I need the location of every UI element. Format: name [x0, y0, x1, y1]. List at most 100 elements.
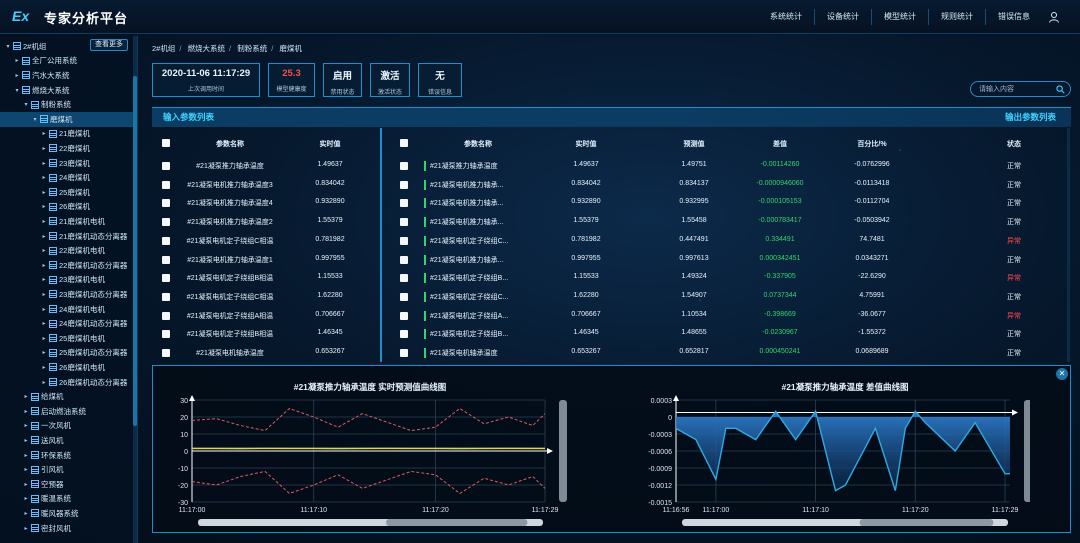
vertical-zoom-slider[interactable] — [559, 400, 567, 502]
expand-caret-icon[interactable]: ▸ — [22, 452, 30, 459]
tree-node[interactable]: ▸ 23磨煤机 — [40, 156, 89, 171]
tree-node[interactable]: ▸ 环保系统 — [22, 448, 71, 463]
select-all-output-checkbox[interactable] — [400, 139, 408, 147]
input-row-checkbox[interactable] — [162, 199, 170, 208]
output-param-name[interactable]: #21凝泵电机定子绕组C... — [430, 236, 526, 246]
sidebar-scrollbar[interactable] — [133, 36, 137, 543]
expand-caret-icon[interactable]: ▸ — [13, 72, 21, 79]
input-row-checkbox[interactable] — [162, 255, 170, 264]
tree-node[interactable]: ▸ 24磨煤机动态分离器 — [40, 316, 127, 331]
expand-caret-icon[interactable]: ▸ — [40, 233, 48, 240]
expand-caret-icon[interactable]: ▸ — [22, 466, 30, 473]
expand-caret-icon[interactable]: ▾ — [31, 116, 39, 123]
tree-node[interactable]: ▸ 26磨煤机电机 — [40, 360, 104, 375]
expand-caret-icon[interactable]: ▾ — [13, 87, 21, 94]
expand-caret-icon[interactable]: ▸ — [40, 320, 48, 327]
output-param-name[interactable]: #21凝泵电机推力轴承... — [430, 217, 526, 227]
tree-node[interactable]: ▸ 25磨煤机动态分离器 — [40, 346, 127, 361]
tree-node[interactable]: ▸ 22磨煤机电机 — [40, 243, 104, 258]
output-param-name[interactable]: #21凝泵电机推力轴承... — [430, 198, 526, 208]
expand-caret-icon[interactable]: ▸ — [40, 364, 48, 371]
input-row-checkbox[interactable] — [162, 311, 170, 320]
nav-rule-stats[interactable]: 规则统计 — [928, 9, 985, 25]
output-param-name[interactable]: #21凝泵推力轴承温度 — [430, 161, 526, 171]
tree-node[interactable]: ▸ 送风机 — [22, 433, 63, 448]
tree-node[interactable]: ▸ 22磨煤机 — [40, 141, 89, 156]
expand-caret-icon[interactable]: ▸ — [40, 306, 48, 313]
tree-node[interactable]: ▾ 燃烧大系统 — [13, 83, 69, 98]
search-input[interactable] — [979, 84, 1057, 95]
breadcrumb-item[interactable]: 燃烧大系统 — [188, 44, 226, 53]
view-more-button[interactable]: 查看更多 — [90, 39, 128, 51]
table-scrollbar[interactable] — [1067, 128, 1070, 362]
input-row-checkbox[interactable] — [162, 292, 170, 301]
tree-node[interactable]: ▸ 22磨煤机动态分离器 — [40, 258, 127, 273]
breadcrumb-item[interactable]: 2#机组 — [152, 44, 175, 53]
output-param-name[interactable]: #21凝泵电机定子绕组C... — [430, 292, 526, 302]
close-chart-button[interactable]: ✕ — [1056, 368, 1068, 380]
tree-node[interactable]: ▸ 24磨煤机 — [40, 170, 89, 185]
expand-caret-icon[interactable]: ▾ — [22, 101, 30, 108]
breadcrumb-item[interactable]: 制粉系统 — [237, 44, 267, 53]
expand-caret-icon[interactable]: ▸ — [40, 189, 48, 196]
output-row-checkbox[interactable] — [400, 162, 408, 170]
expand-caret-icon[interactable]: ▸ — [40, 379, 48, 386]
expand-caret-icon[interactable]: ▸ — [22, 495, 30, 502]
tree-node[interactable]: ▸ 引风机 — [22, 462, 63, 477]
output-row-checkbox[interactable] — [400, 218, 408, 227]
output-row-checkbox[interactable] — [400, 180, 408, 189]
output-param-name[interactable]: #21凝泵电机定子绕组B... — [430, 273, 526, 283]
tree-node[interactable]: ▾ 磨煤机 — [0, 112, 134, 127]
input-row-checkbox[interactable] — [162, 330, 170, 339]
sidebar-scrollbar-thumb[interactable] — [133, 76, 137, 426]
expand-caret-icon[interactable]: ▾ — [4, 43, 12, 50]
expand-caret-icon[interactable]: ▸ — [40, 291, 48, 298]
expand-caret-icon[interactable]: ▸ — [40, 335, 48, 342]
tree-node[interactable]: ▸ 24磨煤机电机 — [40, 302, 104, 317]
expand-caret-icon[interactable]: ▸ — [40, 174, 48, 181]
vertical-zoom-slider[interactable] — [1024, 400, 1030, 502]
output-row-checkbox[interactable] — [400, 236, 408, 245]
nav-model-stats[interactable]: 模型统计 — [871, 9, 928, 25]
tree-node[interactable]: ▸ 26磨煤机动态分离器 — [40, 375, 127, 390]
output-param-name[interactable]: #21凝泵电机推力轴承... — [430, 255, 526, 265]
tree-node[interactable]: ▸ 一次风机 — [22, 419, 71, 434]
tree-node[interactable]: ▸ 23磨煤机电机 — [40, 273, 104, 288]
breadcrumb-item[interactable]: 磨煤机 — [279, 44, 302, 53]
nav-device-stats[interactable]: 设备统计 — [814, 9, 871, 25]
output-row-checkbox[interactable] — [400, 330, 408, 339]
output-param-name[interactable]: #21凝泵电机定子绕组B... — [430, 329, 526, 339]
tree-node[interactable]: ▸ 暖温系统 — [22, 492, 71, 507]
expand-caret-icon[interactable]: ▸ — [22, 408, 30, 415]
tree-node[interactable]: ▾ 制粉系统 — [22, 97, 71, 112]
output-row-checkbox[interactable] — [400, 274, 408, 283]
output-row-checkbox[interactable] — [400, 255, 408, 264]
expand-caret-icon[interactable]: ▸ — [40, 247, 48, 254]
tree-node[interactable]: ▸ 21磨煤机电机 — [40, 214, 104, 229]
output-param-name[interactable]: #21凝泵电机轴承温度 — [430, 348, 526, 358]
output-param-name[interactable]: #21凝泵电机定子绕组A... — [430, 311, 526, 321]
expand-caret-icon[interactable]: ▸ — [22, 510, 30, 517]
tree-node[interactable]: ▸ 暖风器系统 — [22, 506, 78, 521]
tree-node[interactable]: ▸ 21磨煤机 — [40, 127, 89, 142]
input-row-checkbox[interactable] — [162, 349, 170, 357]
tree-node[interactable]: ▸ 空预器 — [22, 477, 63, 492]
tree-node[interactable]: ▸ 25磨煤机 — [40, 185, 89, 200]
tree-node[interactable]: ▸ 23磨煤机动态分离器 — [40, 287, 127, 302]
input-row-checkbox[interactable] — [162, 180, 170, 189]
input-row-checkbox[interactable] — [162, 162, 170, 170]
expand-caret-icon[interactable]: ▸ — [40, 262, 48, 269]
expand-caret-icon[interactable]: ▸ — [40, 203, 48, 210]
input-row-checkbox[interactable] — [162, 236, 170, 245]
tree-node[interactable]: ▸ 汽水大系统 — [13, 68, 69, 83]
expand-caret-icon[interactable]: ▸ — [22, 437, 30, 444]
tree-node[interactable]: ▸ 密封风机 — [22, 521, 71, 536]
nav-error-info[interactable]: 错误信息 — [985, 9, 1042, 25]
expand-caret-icon[interactable]: ▸ — [40, 160, 48, 167]
expand-caret-icon[interactable]: ▸ — [40, 145, 48, 152]
expand-caret-icon[interactable]: ▸ — [40, 349, 48, 356]
select-all-input-checkbox[interactable] — [162, 139, 170, 147]
table-divider[interactable] — [380, 128, 382, 362]
output-row-checkbox[interactable] — [400, 199, 408, 208]
search-icon[interactable] — [1056, 85, 1065, 94]
